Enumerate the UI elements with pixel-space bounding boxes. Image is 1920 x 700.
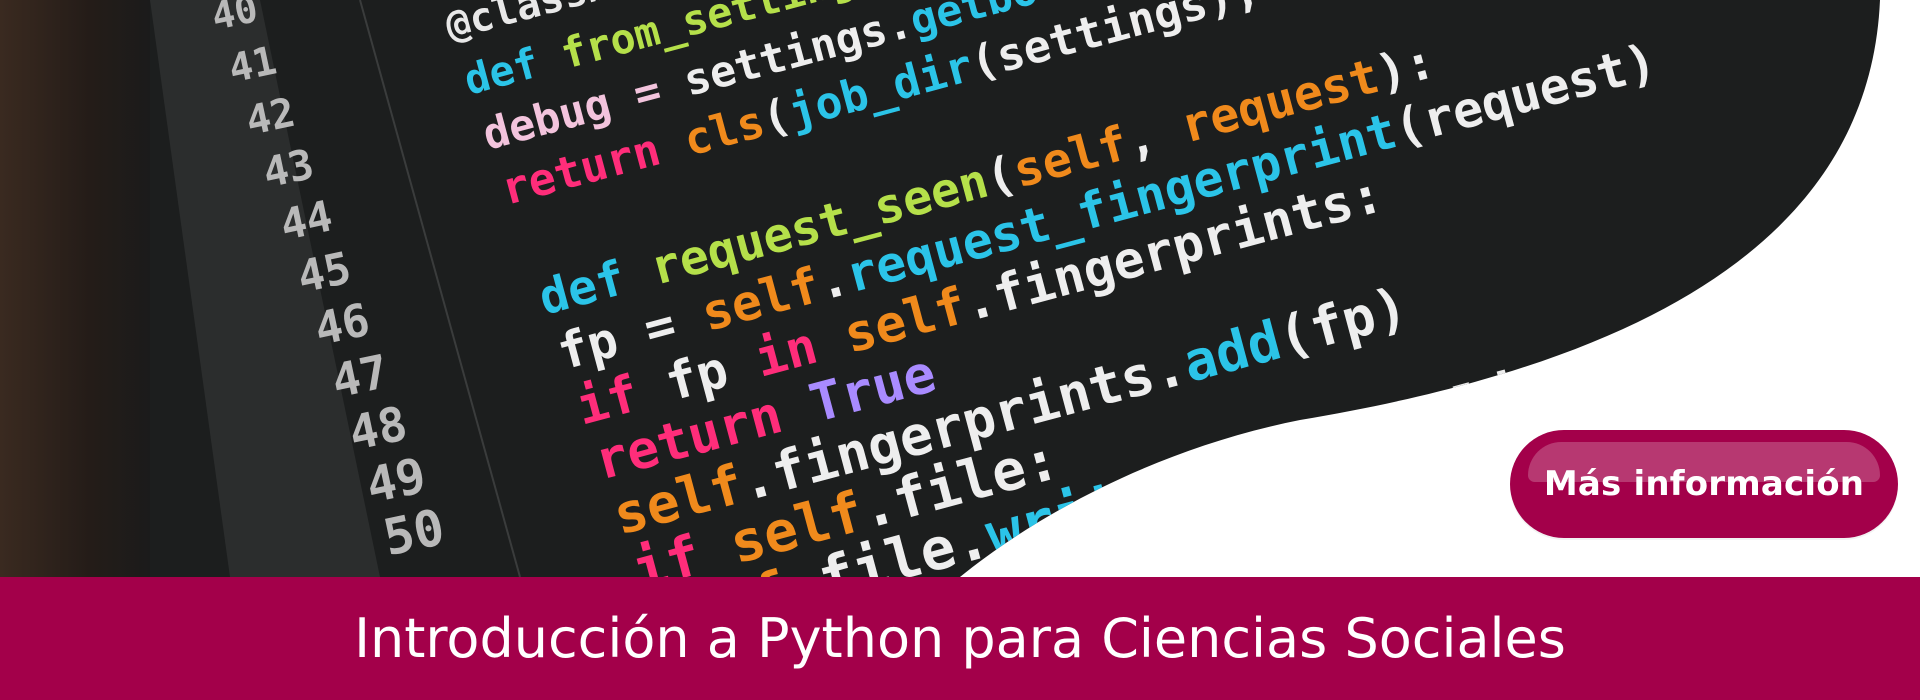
more-info-label: Más información (1543, 464, 1865, 504)
title-bar: Introducción a Python para Ciencias Soci… (0, 577, 1920, 700)
line-number: 41 (225, 39, 281, 93)
line-number: 50 (378, 498, 449, 567)
line-number: 45 (293, 243, 355, 304)
line-number: 44 (276, 191, 337, 251)
course-banner: 4041424344454647484950 @classmethoddef f… (0, 0, 1920, 700)
line-number: 42 (242, 88, 300, 145)
line-number: 43 (259, 139, 318, 197)
course-title: Introducción a Python para Ciencias Soci… (354, 607, 1566, 670)
more-info-button[interactable]: Más información (1510, 430, 1898, 538)
line-number: 46 (310, 293, 374, 356)
line-number: 47 (327, 344, 393, 408)
